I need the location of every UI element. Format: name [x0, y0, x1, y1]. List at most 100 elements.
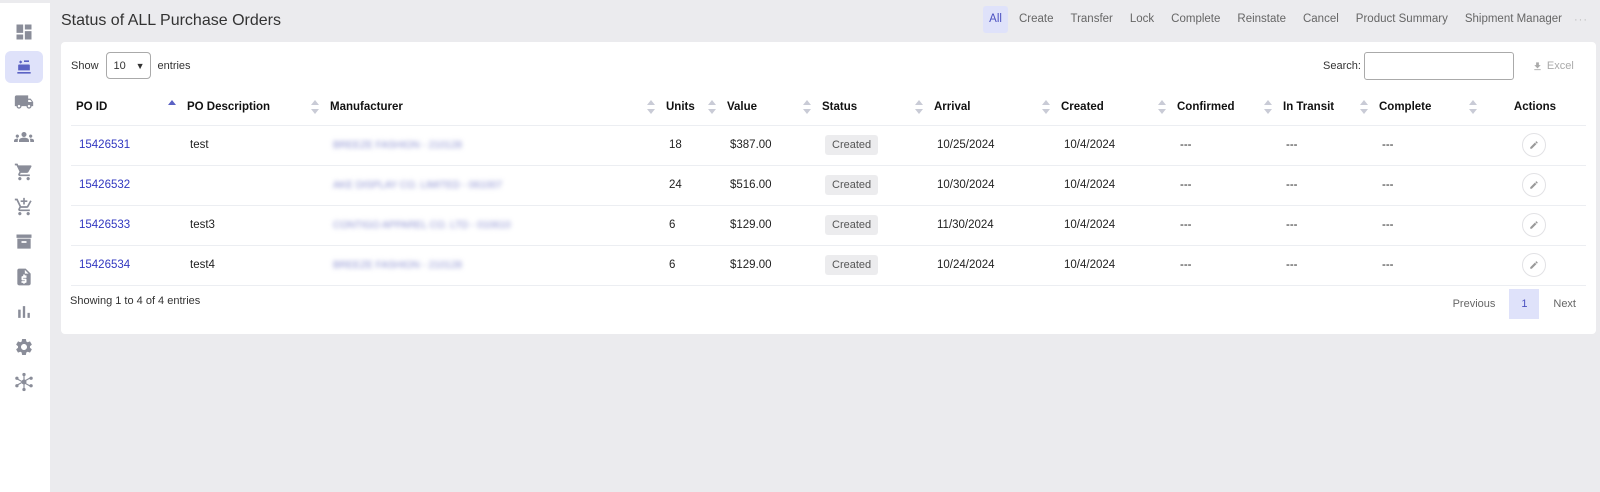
status-cell: Created [817, 205, 929, 246]
units-cell: 18 [661, 125, 722, 166]
confirmed-cell: --- [1172, 165, 1278, 206]
col-confirmed[interactable]: Confirmed [1172, 89, 1278, 126]
sidebar-item-reports[interactable] [5, 296, 43, 328]
purchase-orders-icon [17, 60, 31, 74]
top-nav: All Create Transfer Lock Complete Reinst… [978, 6, 1600, 33]
previous-page-button[interactable]: Previous [1445, 289, 1504, 319]
search-input[interactable] [1363, 52, 1514, 80]
page-title: Status of ALL Purchase Orders [61, 12, 281, 29]
next-page-button[interactable]: Next [1545, 289, 1584, 319]
edit-button[interactable] [1522, 133, 1546, 157]
orders-card: Show 10 ▼ entries Search: Excel PO ID PO… [61, 42, 1596, 334]
truck-icon [14, 95, 34, 109]
sidebar-item-invoices[interactable] [5, 261, 43, 293]
col-arrival[interactable]: Arrival [929, 89, 1056, 126]
created-cell: 10/4/2024 [1056, 205, 1172, 246]
status-cell: Created [817, 125, 929, 166]
po-description: test [182, 125, 325, 166]
sidebar-item-people[interactable] [5, 121, 43, 153]
status-badge: Created [825, 255, 879, 275]
col-po-description[interactable]: PO Description [182, 89, 325, 126]
units-cell: 6 [661, 245, 722, 286]
in-transit-cell: --- [1278, 165, 1374, 206]
sort-icon [1469, 100, 1477, 114]
arrival-cell: 11/30/2024 [929, 205, 1056, 246]
nav-product-summary[interactable]: Product Summary [1350, 6, 1454, 33]
created-cell: 10/4/2024 [1056, 165, 1172, 206]
archive-icon [16, 234, 32, 249]
arrival-cell: 10/25/2024 [929, 125, 1056, 166]
col-units[interactable]: Units [661, 89, 722, 126]
network-icon [15, 372, 33, 392]
sort-icon [708, 100, 716, 114]
edit-button[interactable] [1522, 213, 1546, 237]
po-id-link[interactable]: 15426534 [71, 245, 182, 286]
nav-create[interactable]: Create [1013, 6, 1060, 33]
sidebar-item-purchase-orders[interactable] [5, 51, 43, 83]
dashboard-icon [16, 24, 32, 40]
nav-cancel[interactable]: Cancel [1297, 6, 1345, 33]
complete-cell: --- [1374, 205, 1483, 246]
sidebar-item-cart[interactable] [5, 156, 43, 188]
col-value[interactable]: Value [722, 89, 817, 126]
table-row: 15426533 test3 CONTIGO APPAREL CO. LTD -… [71, 205, 1586, 246]
units-cell: 6 [661, 205, 722, 246]
sidebar-item-dashboard[interactable] [5, 16, 43, 48]
pencil-icon [1530, 261, 1538, 269]
sort-icon [915, 100, 923, 114]
status-badge: Created [825, 135, 879, 155]
people-icon [14, 132, 34, 142]
in-transit-cell: --- [1278, 245, 1374, 286]
col-status[interactable]: Status [817, 89, 929, 126]
more-menu-button[interactable]: ··· [1574, 14, 1588, 26]
nav-complete[interactable]: Complete [1165, 6, 1226, 33]
col-po-id[interactable]: PO ID [71, 89, 182, 126]
search-label: Search: [1323, 60, 1361, 72]
edit-button[interactable] [1522, 253, 1546, 277]
actions-cell [1483, 165, 1586, 206]
col-complete[interactable]: Complete [1374, 89, 1483, 126]
purchase-orders-table: PO ID PO Description Manufacturer Units … [71, 89, 1586, 286]
nav-lock[interactable]: Lock [1124, 6, 1160, 33]
complete-cell: --- [1374, 125, 1483, 166]
col-in-transit[interactable]: In Transit [1278, 89, 1374, 126]
excel-export-button[interactable]: Excel [1532, 60, 1574, 72]
col-created[interactable]: Created [1056, 89, 1172, 126]
col-actions: Actions [1483, 89, 1586, 126]
po-description: test3 [182, 205, 325, 246]
actions-cell [1483, 205, 1586, 246]
actions-cell [1483, 245, 1586, 286]
page-1-button[interactable]: 1 [1509, 289, 1540, 319]
sidebar-item-cart-add[interactable] [5, 191, 43, 223]
manufacturer-cell: BREEZE FASHION - 210128 [325, 245, 661, 286]
gear-icon [16, 339, 32, 355]
po-id-link[interactable]: 15426533 [71, 205, 182, 246]
pencil-icon [1530, 141, 1538, 149]
sidebar-item-shipments[interactable] [5, 86, 43, 118]
nav-all[interactable]: All [983, 6, 1008, 33]
po-id-link[interactable]: 15426532 [71, 165, 182, 206]
table-row: 15426534 test4 BREEZE FASHION - 210128 6… [71, 245, 1586, 286]
sort-icon [311, 100, 319, 114]
edit-button[interactable] [1522, 173, 1546, 197]
show-label: Show [71, 59, 99, 72]
units-cell: 24 [661, 165, 722, 206]
status-cell: Created [817, 165, 929, 206]
in-transit-cell: --- [1278, 125, 1374, 166]
nav-shipment-manager[interactable]: Shipment Manager [1459, 6, 1568, 33]
po-id-link[interactable]: 15426531 [71, 125, 182, 166]
sidebar-item-network[interactable] [5, 366, 43, 398]
arrival-cell: 10/24/2024 [929, 245, 1056, 286]
invoice-dollar-icon [17, 268, 31, 286]
value-cell: $129.00 [722, 205, 817, 246]
sidebar-item-archive[interactable] [5, 226, 43, 258]
sort-icon [1042, 100, 1050, 114]
nav-transfer[interactable]: Transfer [1064, 6, 1118, 33]
nav-reinstate[interactable]: Reinstate [1231, 6, 1292, 33]
entries-select[interactable]: 10 ▼ [105, 52, 151, 79]
col-manufacturer[interactable]: Manufacturer [325, 89, 661, 126]
sidebar-item-settings[interactable] [5, 331, 43, 363]
manufacturer-name: BREEZE FASHION - 210128 [333, 260, 462, 271]
bar-chart-icon [18, 306, 30, 318]
cart-icon [14, 163, 32, 181]
